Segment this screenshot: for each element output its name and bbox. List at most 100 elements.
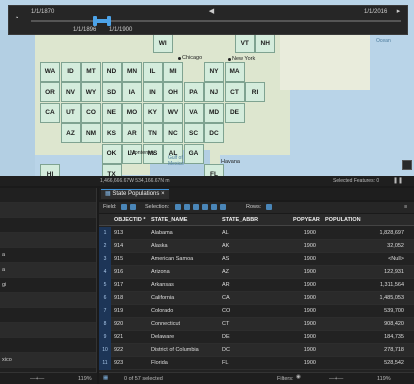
menu-icon[interactable]: ≡ [404,204,407,210]
row-number[interactable]: 2 [99,240,111,253]
contents-row[interactable] [0,188,96,203]
table-row[interactable]: 8 920 Connecticut CT 1900 908,420 [99,318,414,331]
table-row[interactable]: 9 921 Delaware DE 1900 184,735 [99,331,414,344]
state-tile-ma[interactable]: MA [224,61,245,82]
time-start-handle[interactable] [93,16,97,26]
calculate-field-icon[interactable] [130,204,136,210]
switch-selection-icon[interactable] [193,204,199,210]
contents-row[interactable] [0,308,96,323]
table-row[interactable]: 1 913 Alabama AL 1900 1,828,697 [99,227,414,240]
state-tile-az[interactable]: AZ [60,123,81,143]
state-tile-ar[interactable]: AR [122,123,142,143]
table-row[interactable]: 4 916 Arizona AZ 1900 122,931 [99,266,414,279]
close-icon[interactable]: × [161,191,165,197]
state-tile-ks[interactable]: KS [101,123,122,143]
state-tile-mi[interactable]: MI [163,61,183,82]
row-number[interactable]: 10 [99,344,111,357]
state-tile-va[interactable]: VA [183,102,204,123]
state-tile-mt[interactable]: MT [81,61,101,82]
state-tile-pa[interactable]: PA [183,82,204,102]
state-tile-mn[interactable]: MN [122,61,142,82]
settings-icon[interactable]: ▸ [394,7,403,16]
state-tile-nd[interactable]: ND [101,61,122,82]
state-tile-ia[interactable]: IA [122,82,142,102]
state-tile-il[interactable]: IL [142,61,163,82]
play-icon[interactable]: ◀ [207,7,216,16]
state-tile-wi[interactable]: WI [152,33,173,53]
contents-row[interactable] [0,293,96,308]
delete-selected-icon[interactable] [211,204,217,210]
filter-icon[interactable]: ◉ [296,374,301,380]
row-number[interactable]: 7 [99,305,111,318]
state-tile-md[interactable]: MD [204,102,224,123]
state-tile-in[interactable]: IN [142,82,163,102]
state-tile-co[interactable]: CO [81,102,101,123]
column-header-state-name[interactable]: STATE_NAME [151,217,187,223]
table-row[interactable]: 11 923 Florida FL 1900 528,542 [99,357,414,370]
table-view-icon[interactable]: ▦ [103,375,108,381]
tab-state-populations[interactable]: ▦ State Populations × [101,189,169,199]
clear-selection-icon[interactable] [202,204,208,210]
row-number[interactable]: 11 [99,357,111,370]
state-tile-sd[interactable]: SD [101,82,122,102]
state-tile-nm[interactable]: NM [81,123,101,143]
contents-row[interactable]: xico [0,353,96,368]
pause-icon[interactable]: ❚❚ [393,177,403,184]
contents-row[interactable] [0,338,96,353]
state-tile-tn[interactable]: TN [142,123,163,143]
state-tile-oh[interactable]: OH [163,82,183,102]
rows-options-icon[interactable] [266,204,272,210]
state-tile-mo[interactable]: MO [122,102,142,123]
table-row[interactable]: 10 922 District of Columbia DC 1900 278,718 [99,344,414,357]
contents-row[interactable]: a [0,263,96,278]
map-nav-button[interactable] [402,160,412,170]
state-tile-wa[interactable]: WA [40,61,60,82]
state-tile-nv[interactable]: NV [60,82,81,102]
row-number[interactable]: 5 [99,279,111,292]
row-number[interactable]: 9 [99,331,111,344]
state-tile-or[interactable]: OR [40,82,60,102]
column-header-objectid[interactable]: OBJECTID * [114,217,145,223]
state-tile-dc[interactable]: DC [204,123,224,143]
contents-row[interactable]: gi [0,278,96,293]
state-tile-nc[interactable]: NC [163,123,183,143]
contents-row[interactable] [0,203,96,218]
state-tile-vt[interactable]: VT [234,33,255,53]
contents-row[interactable] [0,218,96,233]
state-tile-ne[interactable]: NE [101,102,122,123]
state-tile-ut[interactable]: UT [60,102,81,123]
state-tile-id[interactable]: ID [60,61,81,82]
state-tile-ky[interactable]: KY [142,102,163,123]
state-tile-ny[interactable]: NY [204,61,224,82]
zoom-slider-icon[interactable]: —+— [30,376,44,382]
state-tile-ri[interactable]: RI [245,82,265,102]
row-number[interactable]: 6 [99,292,111,305]
state-tile-wy[interactable]: WY [81,82,101,102]
state-tile-ca[interactable]: CA [40,102,60,123]
clock-icon[interactable]: ◔ [12,14,21,23]
map-view[interactable]: WI VT NH WA ID MT ND MN IL MI NY MA OR NV WY SD IA IN OH PA… [0,0,414,185]
row-number[interactable]: 4 [99,266,111,279]
time-track[interactable] [31,20,401,22]
time-slider[interactable]: ◔ 1/1/1870 1/1/2016 ◀ ▸ 1/1/1896 1/1/190… [8,5,408,35]
zoom-to-selection-icon[interactable] [184,204,190,210]
table-row[interactable]: 6 918 California CA 1900 1,485,053 [99,292,414,305]
select-by-attributes-icon[interactable] [175,204,181,210]
contents-row[interactable]: a [0,248,96,263]
table-row[interactable]: 3 915 American Samoa AS 1900 <Null> [99,253,414,266]
column-header-population[interactable]: POPULATION [325,217,361,223]
table-row[interactable]: 7 919 Colorado CO 1900 539,700 [99,305,414,318]
state-tile-sc[interactable]: SC [183,123,204,143]
state-tile-ct[interactable]: CT [224,82,245,102]
copy-selected-icon[interactable] [220,204,226,210]
contents-row[interactable] [0,233,96,248]
contents-row[interactable] [0,323,96,338]
column-header-popyear[interactable]: POPYEAR [293,217,320,223]
state-tile-de[interactable]: DE [224,102,245,123]
column-header-state-abbr[interactable]: STATE_ABBR [222,217,258,223]
zoom-slider-icon[interactable]: —+— [329,376,343,382]
state-tile-ok[interactable]: OK [101,143,122,164]
row-number[interactable]: 8 [99,318,111,331]
row-number[interactable]: 1 [99,227,111,240]
time-end-handle[interactable] [107,16,111,26]
